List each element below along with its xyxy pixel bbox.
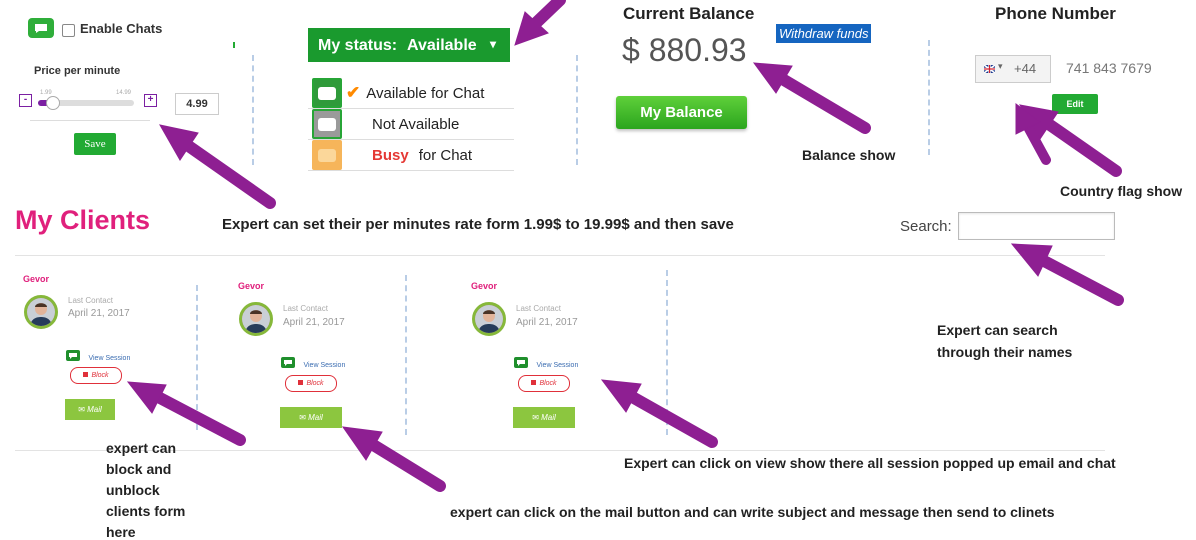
arrow-block [154,392,246,446]
arrow-balance [778,74,871,134]
arrowhead-search [1010,243,1053,277]
arrow-search [1040,256,1124,306]
annotation-arrows [126,0,1124,492]
arrow-price [184,141,276,209]
arrowhead-block [126,381,167,414]
arrow-flag [1044,119,1122,177]
arrow-view [628,392,718,448]
arrow-mail [369,440,446,492]
arrow-status [531,0,566,28]
